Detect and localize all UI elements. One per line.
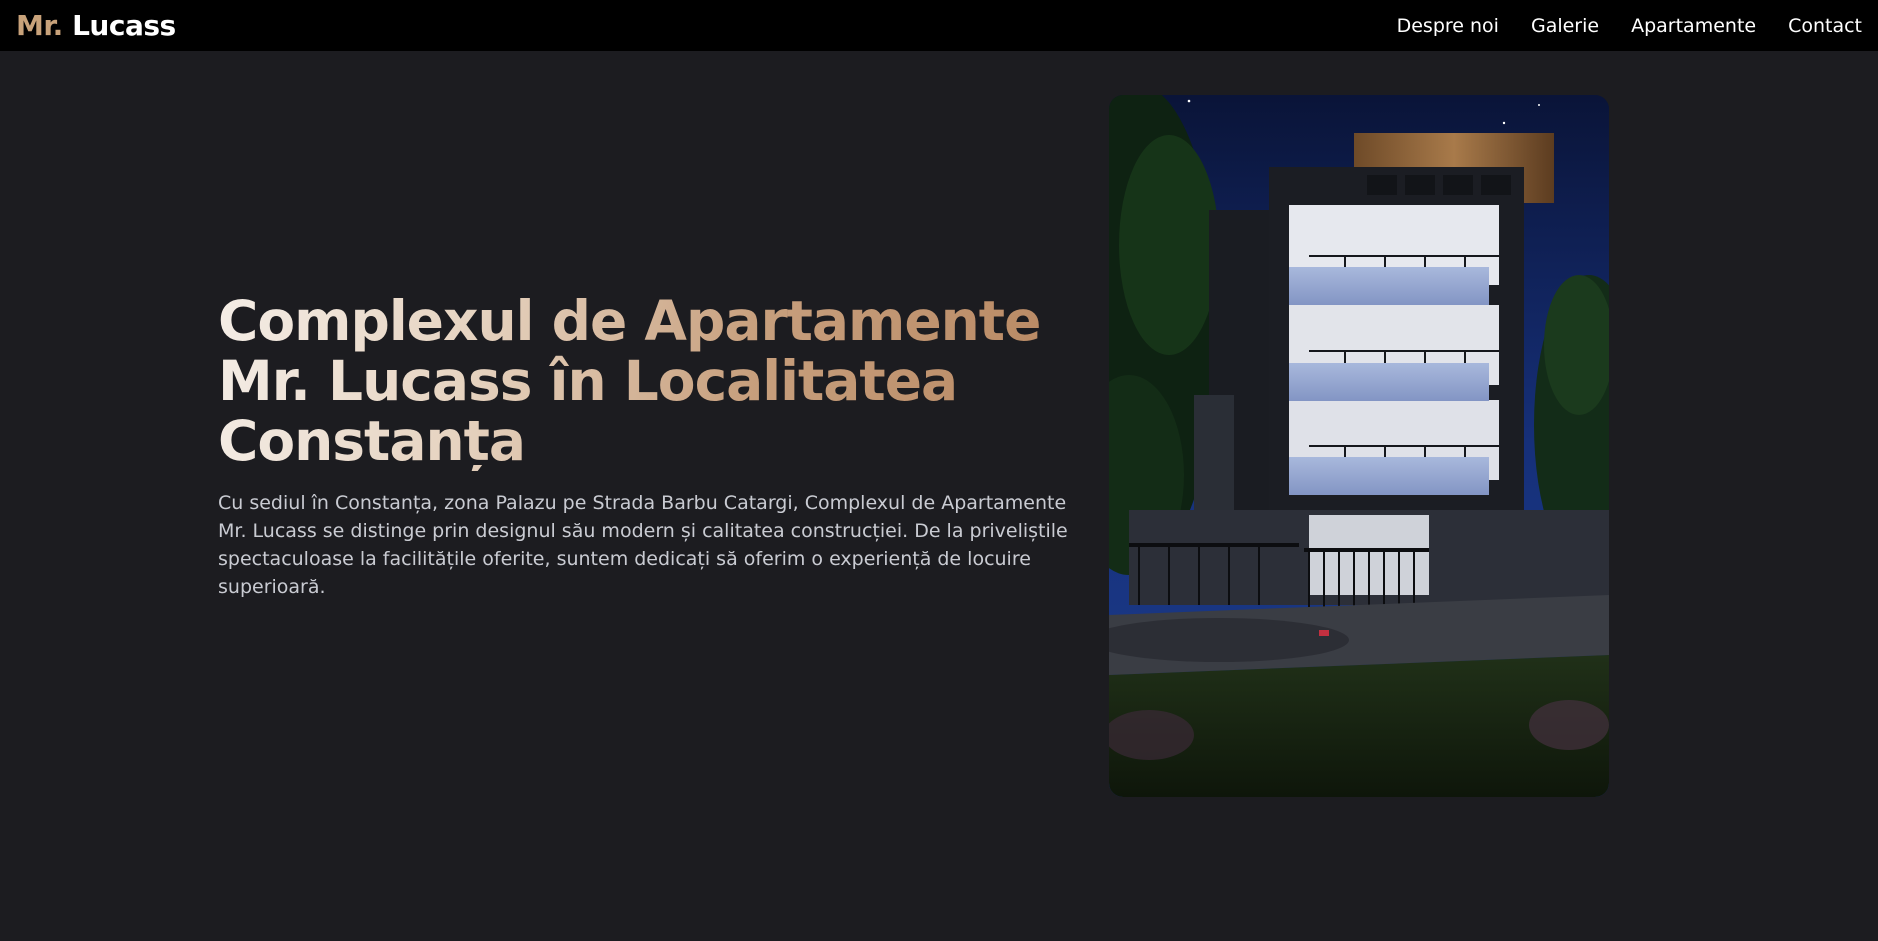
building-illustration xyxy=(1109,95,1609,797)
logo-name: Lucass xyxy=(72,9,176,42)
nav-link-apartamente[interactable]: Apartamente xyxy=(1631,15,1756,37)
nav-links: Despre noi Galerie Apartamente Contact xyxy=(1397,15,1862,37)
nav-link-contact[interactable]: Contact xyxy=(1788,15,1862,37)
hero-text: Complexul de Apartamente Mr. Lucass în L… xyxy=(218,291,1068,601)
nav-link-galerie[interactable]: Galerie xyxy=(1531,15,1599,37)
navbar: Mr. Lucass Despre noi Galerie Apartament… xyxy=(0,0,1878,51)
nav-link-despre-noi[interactable]: Despre noi xyxy=(1397,15,1499,37)
hero-title: Complexul de Apartamente Mr. Lucass în L… xyxy=(218,291,1068,471)
hero-description: Cu sediul în Constanța, zona Palazu pe S… xyxy=(218,492,1068,598)
hero-section: Complexul de Apartamente Mr. Lucass în L… xyxy=(0,51,1878,941)
logo-prefix: Mr. xyxy=(16,9,63,42)
building-photo xyxy=(1109,95,1609,797)
logo[interactable]: Mr. Lucass xyxy=(16,9,176,42)
